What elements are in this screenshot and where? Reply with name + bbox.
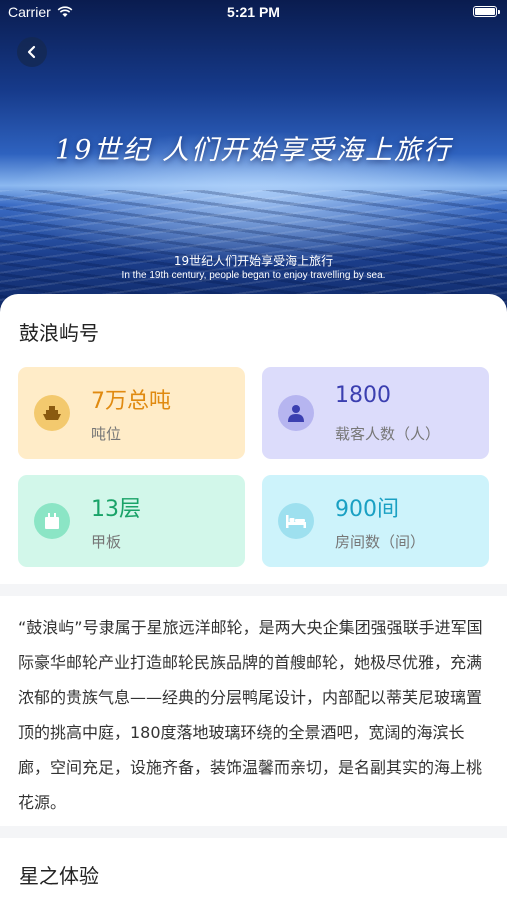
hero-banner: 19世纪 人们开始享受海上旅行 19世纪人们开始享受海上旅行 In the 19… <box>0 0 507 320</box>
back-button[interactable] <box>17 37 47 67</box>
battery-icon <box>473 6 500 17</box>
experience-section: 星之体验 <box>0 838 507 900</box>
stat-decks: 13层 甲板 <box>18 475 245 567</box>
passengers-value: 1800 <box>335 383 391 408</box>
ship-name: 鼓浪屿号 <box>19 321 99 345</box>
ship-description: “鼓浪屿”号隶属于星旅远洋邮轮，是两大央企集团强强联手进军国际豪华邮轮产业打造邮… <box>18 618 483 812</box>
deck-icon <box>34 503 70 539</box>
passenger-icon <box>278 395 314 431</box>
tonnage-label: 吨位 <box>91 425 122 443</box>
experience-title: 星之体验 <box>19 864 99 888</box>
ship-info-card: 鼓浪屿号 7万总吨 吨位 1800 载客人数（人） 13层 甲板 900间 房间… <box>0 294 507 584</box>
ship-icon <box>34 395 70 431</box>
clock: 5:21 PM <box>227 4 280 20</box>
status-bar: Carrier 5:21 PM <box>0 0 507 26</box>
stat-tonnage: 7万总吨 吨位 <box>18 367 245 459</box>
passengers-label: 载客人数（人） <box>335 425 441 443</box>
hero-subtitle-en: In the 19th century, people began to enj… <box>121 270 386 281</box>
rooms-value: 900间 <box>335 497 399 522</box>
stat-passengers: 1800 载客人数（人） <box>262 367 489 459</box>
decks-value: 13层 <box>91 497 141 522</box>
bed-icon <box>278 503 314 539</box>
rooms-label: 房间数（间） <box>335 533 426 551</box>
hero-subtitle-cn: 19世纪人们开始享受海上旅行 <box>173 254 334 268</box>
hero-title: 19世纪 人们开始享受海上旅行 <box>55 135 452 166</box>
description-section: “鼓浪屿”号隶属于星旅远洋邮轮，是两大央企集团强强联手进军国际豪华邮轮产业打造邮… <box>0 596 507 826</box>
stat-rooms: 900间 房间数（间） <box>262 475 489 567</box>
decks-label: 甲板 <box>91 533 122 551</box>
chevron-left-icon <box>27 45 36 59</box>
tonnage-value: 7万总吨 <box>91 389 171 414</box>
